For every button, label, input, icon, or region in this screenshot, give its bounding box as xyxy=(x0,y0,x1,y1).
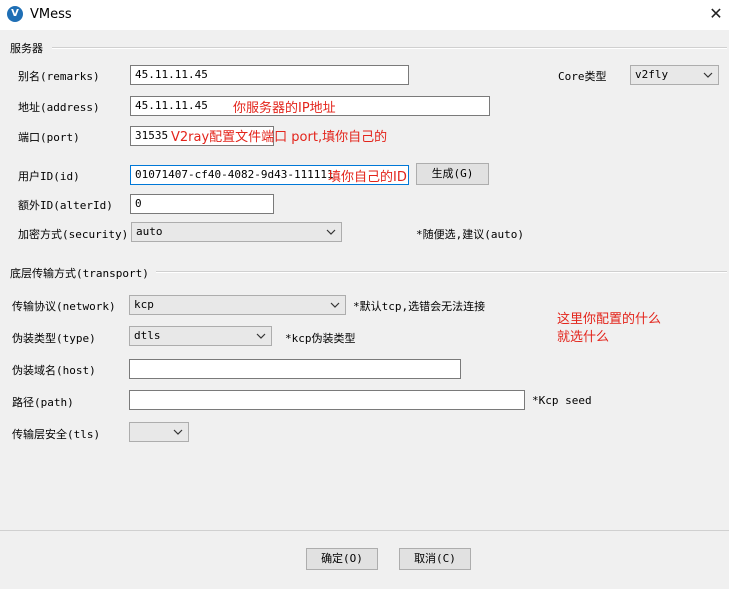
id-label: 用户ID(id) xyxy=(18,170,80,183)
path-input[interactable] xyxy=(129,390,525,410)
security-label: 加密方式(security) xyxy=(18,228,129,241)
core-type-value: v2fly xyxy=(635,68,669,81)
group-divider xyxy=(52,47,727,49)
security-select[interactable]: auto xyxy=(131,222,342,242)
alter-id-label: 额外ID(alterId) xyxy=(18,199,113,212)
network-select[interactable]: kcp xyxy=(129,295,346,315)
chevron-down-icon xyxy=(330,302,340,308)
generate-button[interactable]: 生成(G) xyxy=(416,163,489,185)
type-select[interactable]: dtls xyxy=(129,326,272,346)
core-type-select[interactable]: v2fly xyxy=(630,65,719,85)
title-bar xyxy=(0,0,729,30)
id-annotation: 填你自己的ID xyxy=(328,170,407,185)
host-input[interactable] xyxy=(129,359,461,379)
address-annotation: 你服务器的IP地址 xyxy=(233,101,336,116)
close-icon[interactable]: ✕ xyxy=(708,6,724,22)
app-logo-icon: V xyxy=(7,6,23,22)
network-hint: *默认tcp,选错会无法连接 xyxy=(353,300,486,313)
security-value: auto xyxy=(136,225,163,238)
tls-select[interactable] xyxy=(129,422,189,442)
transport-group-title: 底层传输方式(transport) xyxy=(10,267,149,280)
network-label: 传输协议(network) xyxy=(12,300,116,313)
remarks-input[interactable]: 45.11.11.45 xyxy=(130,65,409,85)
alter-id-input[interactable]: 0 xyxy=(130,194,274,214)
security-hint: *随便选,建议(auto) xyxy=(416,228,524,241)
server-group-title: 服务器 xyxy=(10,42,43,55)
footer-divider xyxy=(0,530,729,531)
transport-annotation-line1: 这里你配置的什么 xyxy=(557,312,662,327)
type-label: 伪装类型(type) xyxy=(12,332,96,345)
ok-button[interactable]: 确定(O) xyxy=(306,548,378,570)
remarks-label: 别名(remarks) xyxy=(18,70,100,83)
chevron-down-icon xyxy=(256,333,266,339)
network-value: kcp xyxy=(134,298,154,311)
window-title: VMess xyxy=(30,7,72,22)
core-type-label: Core类型 xyxy=(558,70,607,83)
chevron-down-icon xyxy=(173,429,183,435)
cancel-button[interactable]: 取消(C) xyxy=(399,548,471,570)
port-label: 端口(port) xyxy=(18,131,80,144)
host-label: 伪装域名(host) xyxy=(12,364,96,377)
path-hint: *Kcp seed xyxy=(532,394,592,407)
tls-label: 传输层安全(tls) xyxy=(12,428,101,441)
chevron-down-icon xyxy=(326,229,336,235)
port-annotation: V2ray配置文件端口 port,填你自己的 xyxy=(171,130,388,145)
type-hint: *kcp伪装类型 xyxy=(285,332,356,345)
transport-annotation-line2: 就选什么 xyxy=(557,330,610,345)
path-label: 路径(path) xyxy=(12,396,74,409)
type-value: dtls xyxy=(134,329,161,342)
address-label: 地址(address) xyxy=(18,101,100,114)
group-divider xyxy=(156,271,727,273)
chevron-down-icon xyxy=(703,72,713,78)
